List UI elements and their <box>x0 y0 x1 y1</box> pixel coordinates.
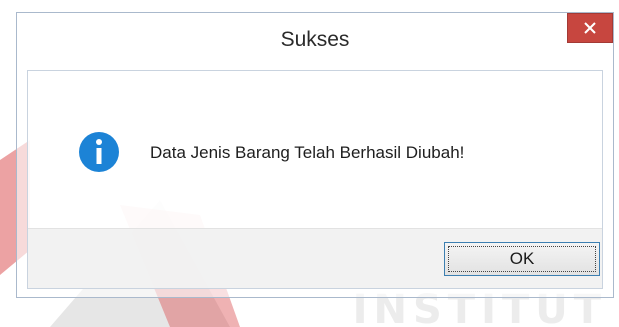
dialog-title: Sukses <box>280 28 350 51</box>
close-icon <box>584 22 596 34</box>
ok-button-label: OK <box>509 249 535 268</box>
message-area: Data Jenis Barang Telah Berhasil Diubah! <box>28 71 602 229</box>
message-dialog: Sukses Data Jenis Barang Telah Berhasil … <box>16 12 614 298</box>
desktop-background: INSTITUT Sukses Data Jenis Barang Telah … <box>0 0 619 327</box>
close-button[interactable] <box>567 13 613 43</box>
dialog-button-bar: OK <box>28 228 602 288</box>
ok-button[interactable]: OK <box>444 242 600 276</box>
info-icon <box>79 132 119 172</box>
dialog-message: Data Jenis Barang Telah Berhasil Diubah! <box>150 143 465 162</box>
dialog-body: Data Jenis Barang Telah Berhasil Diubah!… <box>27 70 603 289</box>
dialog-titlebar[interactable]: Sukses <box>17 13 613 69</box>
